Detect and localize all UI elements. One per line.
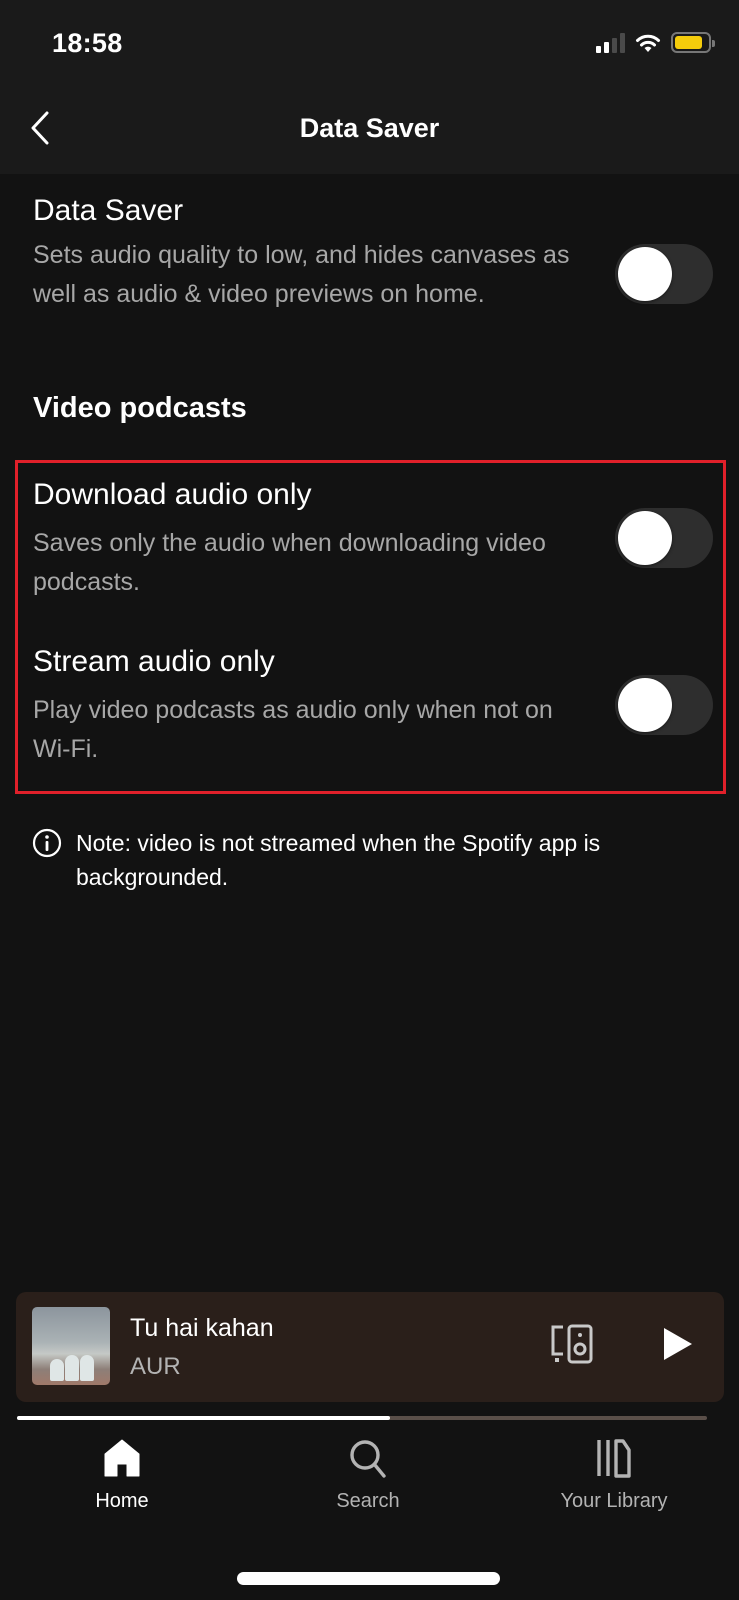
setting-download-audio-only: Download audio only Saves only the audio… (33, 476, 713, 602)
battery-level (675, 36, 703, 49)
note-text: Note: video is not streamed when the Spo… (76, 830, 601, 890)
library-icon (597, 1439, 631, 1478)
tab-your-library[interactable]: Your Library (514, 1420, 714, 1530)
devices-speaker-icon (551, 1324, 593, 1364)
setting-title: Download audio only (33, 478, 312, 511)
setting-title: Stream audio only (33, 645, 275, 678)
section-heading-video-podcasts: Video podcasts (33, 392, 247, 424)
setting-stream-audio-only: Stream audio only Play video podcasts as… (33, 643, 713, 769)
wifi-icon (636, 34, 660, 52)
page-title: Data Saver (299, 113, 440, 143)
setting-description: Sets audio quality to low, and hides can… (33, 241, 570, 308)
info-note: Note: video is not streamed when the Spo… (32, 826, 712, 894)
tab-label: Your Library (560, 1490, 668, 1512)
info-icon (32, 828, 62, 858)
top-header: 18:58 Data Saver (0, 0, 739, 174)
status-icons (596, 32, 715, 53)
status-time: 18:58 (52, 28, 123, 58)
toggle-knob (618, 511, 672, 565)
track-artist: AUR (130, 1353, 181, 1380)
connect-device-button[interactable] (549, 1322, 599, 1366)
now-playing-bar[interactable]: Tu hai kahan AUR (16, 1292, 724, 1402)
search-icon (350, 1440, 386, 1478)
toggle-knob (618, 247, 672, 301)
tab-search[interactable]: Search (268, 1420, 468, 1530)
tab-label: Search (336, 1490, 400, 1512)
album-art (32, 1307, 110, 1385)
home-icon (104, 1439, 140, 1477)
bottom-tab-bar: Home Search Your Library (0, 1420, 739, 1530)
play-button[interactable] (656, 1324, 696, 1364)
tab-home[interactable]: Home (22, 1420, 222, 1530)
setting-title: Data Saver (33, 194, 184, 227)
setting-description: Saves only the audio when downloading vi… (33, 529, 546, 596)
toggle-knob (618, 678, 672, 732)
track-title: Tu hai kahan (130, 1314, 274, 1342)
setting-data-saver: Data Saver Sets audio quality to low, an… (33, 192, 713, 314)
stream-audio-only-toggle[interactable] (615, 675, 713, 735)
setting-description: Play video podcasts as audio only when n… (33, 696, 553, 763)
battery-icon (671, 32, 715, 53)
download-audio-only-toggle[interactable] (615, 508, 713, 568)
cellular-signal-icon (596, 32, 625, 53)
data-saver-toggle[interactable] (615, 244, 713, 304)
tab-label: Home (95, 1490, 149, 1512)
play-icon (664, 1328, 692, 1360)
home-indicator[interactable] (237, 1572, 500, 1585)
